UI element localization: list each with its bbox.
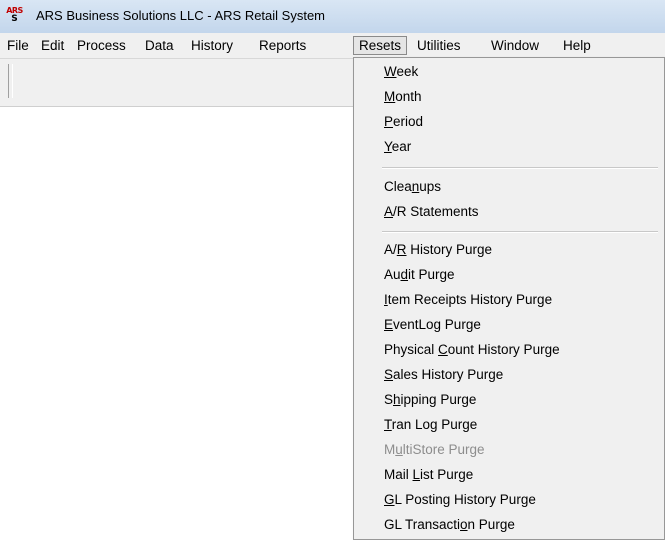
label-accel: G	[384, 492, 395, 507]
label-post: ales History Purge	[393, 367, 504, 382]
menu-file[interactable]: File	[2, 36, 34, 55]
resets-dropdown-menu: Week Month Period Year Cleanups A/R Stat…	[353, 57, 665, 540]
app-logo-icon[interactable]: ARS S	[6, 7, 23, 24]
menu-utilities[interactable]: Utilities	[412, 36, 466, 55]
title-bar: ARS S ARS Business Solutions LLC - ARS R…	[0, 0, 665, 33]
label-post: History Purge	[406, 242, 493, 257]
label-accel: T	[384, 417, 392, 432]
label-pre: Mail	[384, 467, 413, 482]
label-pre: GL Transacti	[384, 517, 461, 532]
label-accel: S	[384, 367, 394, 382]
label-pre: A/	[384, 242, 397, 257]
label-accel: M	[384, 89, 396, 104]
menu-item-physical-count-history-purge[interactable]: Physical Count History Purge	[384, 338, 560, 362]
menu-item-tran-log-purge[interactable]: Tran Log Purge	[384, 413, 477, 437]
menu-item-week[interactable]: Week	[384, 60, 418, 84]
menu-history[interactable]: History	[186, 36, 238, 55]
label-accel: L	[412, 467, 421, 482]
menu-help[interactable]: Help	[558, 36, 596, 55]
label-pre: M	[384, 442, 396, 457]
label-accel: o	[460, 517, 468, 532]
menu-item-ar-history-purge[interactable]: A/R History Purge	[384, 238, 492, 262]
label-accel: C	[438, 342, 448, 357]
menu-item-ar-statements[interactable]: A/R Statements	[384, 200, 479, 224]
menu-item-year[interactable]: Year	[384, 135, 411, 159]
label-pre: Clea	[384, 179, 412, 194]
menu-separator	[382, 231, 658, 233]
label-post: eek	[396, 64, 419, 79]
label-post: ear	[391, 139, 412, 154]
menu-item-shipping-purge[interactable]: Shipping Purge	[384, 388, 476, 412]
menu-item-mail-list-purge[interactable]: Mail List Purge	[384, 463, 473, 487]
label-post: n Purge	[467, 517, 515, 532]
toolbar-grip-handle[interactable]	[8, 64, 13, 98]
menu-item-cleanups[interactable]: Cleanups	[384, 175, 441, 199]
label-pre: Au	[384, 267, 401, 282]
label-post: /R Statements	[393, 204, 479, 219]
menu-edit[interactable]: Edit	[36, 36, 69, 55]
label-post: it Purge	[408, 267, 455, 282]
label-accel: W	[384, 64, 397, 79]
label-accel: Y	[384, 139, 392, 154]
label-accel: u	[395, 442, 403, 457]
label-pre: S	[384, 392, 394, 407]
label-accel: E	[384, 317, 394, 332]
menu-resets[interactable]: Resets	[353, 36, 408, 55]
menu-process[interactable]: Process	[72, 36, 131, 55]
label-post: ventLog Purge	[393, 317, 481, 332]
menu-bar: File Edit Process Data History Reports R…	[0, 33, 665, 59]
menu-reports[interactable]: Reports	[254, 36, 311, 55]
menu-item-item-receipts-history-purge[interactable]: Item Receipts History Purge	[384, 288, 552, 312]
menu-item-sales-history-purge[interactable]: Sales History Purge	[384, 363, 503, 387]
label-post: ltiStore Purge	[402, 442, 485, 457]
label-post: tem Receipts History Purge	[387, 292, 553, 307]
label-post: onth	[395, 89, 422, 104]
label-accel: P	[384, 114, 394, 129]
label-accel: d	[400, 267, 409, 282]
menu-data[interactable]: Data	[140, 36, 179, 55]
label-post: L Posting History Purge	[394, 492, 536, 507]
menu-item-month[interactable]: Month	[384, 85, 422, 109]
menu-item-gl-transaction-purge[interactable]: GL Transaction Purge	[384, 513, 515, 537]
label-post: eriod	[393, 114, 424, 129]
label-accel: h	[393, 392, 401, 407]
menu-item-multistore-purge: MultiStore Purge	[384, 438, 485, 462]
label-accel: A	[384, 204, 394, 219]
menu-item-period[interactable]: Period	[384, 110, 423, 134]
label-post: ups	[419, 179, 442, 194]
label-post: ran Log Purge	[391, 417, 478, 432]
label-post: ipping Purge	[400, 392, 477, 407]
label-post: ist Purge	[420, 467, 474, 482]
menu-window[interactable]: Window	[486, 36, 544, 55]
label-post: ount History Purge	[447, 342, 560, 357]
menu-item-gl-posting-history-purge[interactable]: GL Posting History Purge	[384, 488, 536, 512]
menu-separator	[382, 167, 658, 169]
menu-item-eventlog-purge[interactable]: EventLog Purge	[384, 313, 481, 337]
menu-item-audit-purge[interactable]: Audit Purge	[384, 263, 455, 287]
window-title: ARS Business Solutions LLC - ARS Retail …	[36, 8, 326, 23]
app-logo-bottom: S	[11, 14, 18, 24]
label-pre: Physical	[384, 342, 439, 357]
label-accel: R	[396, 242, 407, 257]
